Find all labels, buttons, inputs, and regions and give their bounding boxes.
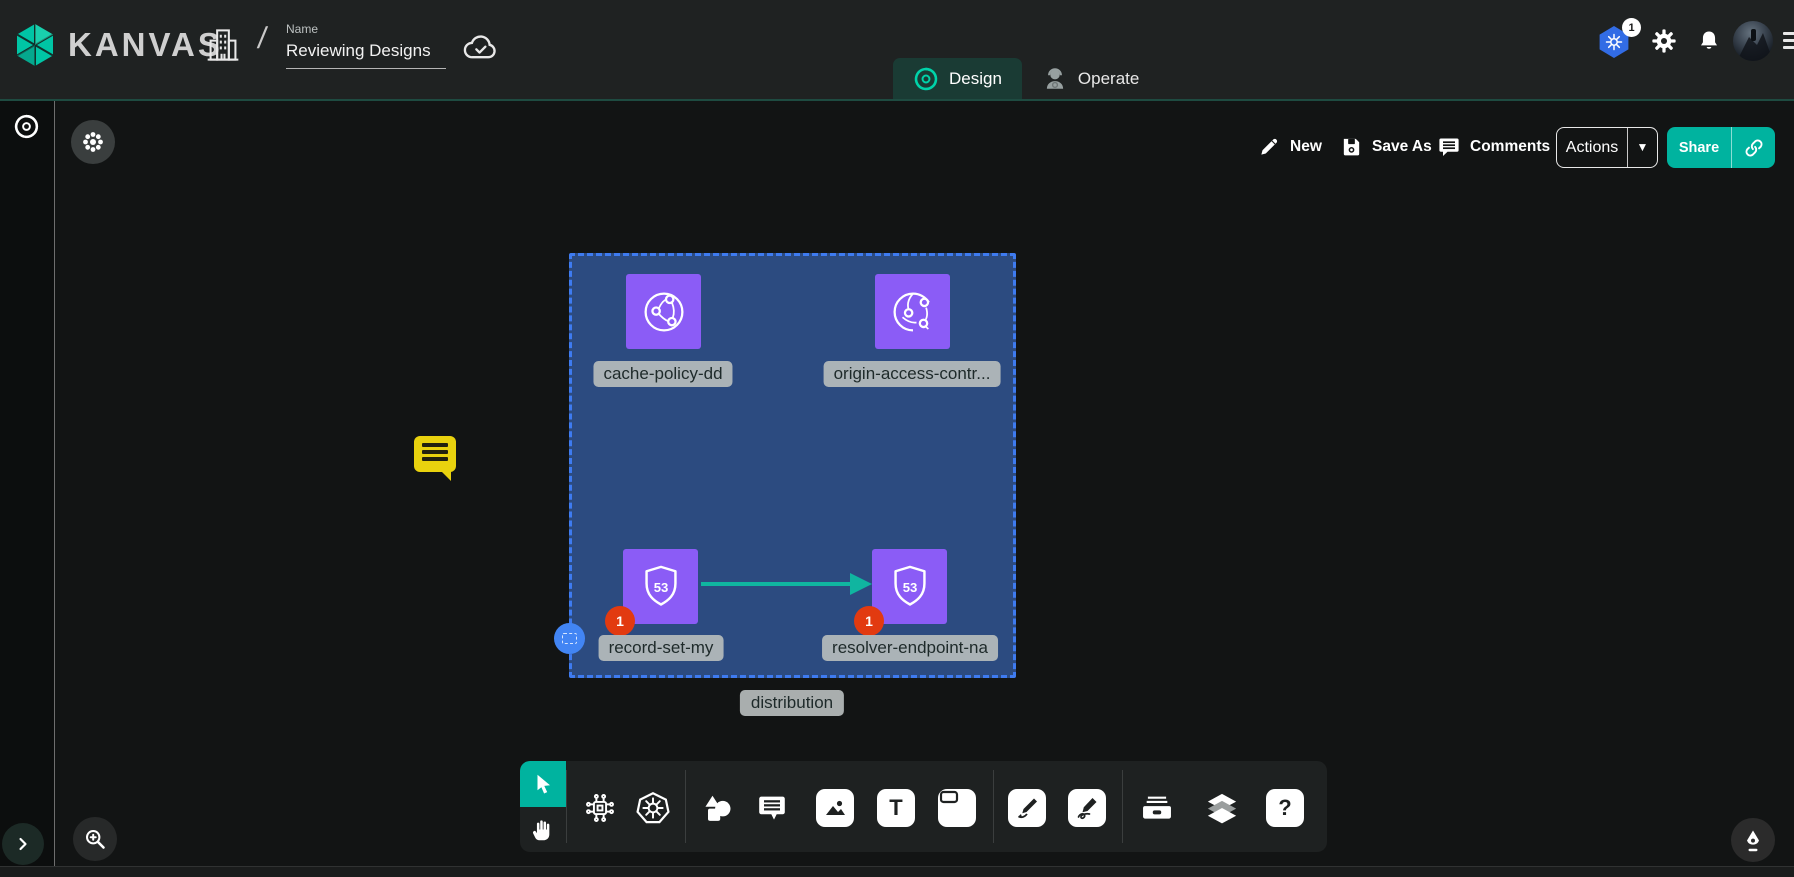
help-button[interactable]: ? bbox=[1266, 789, 1304, 827]
comment-tool-icon bbox=[756, 792, 788, 824]
top-header: KANVAS / Name bbox=[0, 0, 1794, 101]
meshery-spiral-icon[interactable] bbox=[13, 113, 40, 140]
route53-shield-icon: 53 bbox=[633, 559, 689, 615]
kanvas-app: KANVAS / Name bbox=[0, 0, 1794, 877]
kubernetes-wheel-icon bbox=[635, 790, 671, 826]
image-tool-button[interactable] bbox=[816, 789, 854, 827]
freehand-draw-tool-button[interactable] bbox=[1068, 789, 1106, 827]
image-icon bbox=[816, 789, 854, 827]
freehand-pencil-icon bbox=[1068, 789, 1106, 827]
comments-label: Comments bbox=[1470, 138, 1550, 156]
design-spiral-icon bbox=[913, 66, 939, 92]
cursor-icon bbox=[531, 772, 555, 796]
comment-tool-button[interactable] bbox=[756, 792, 788, 824]
select-tool-button[interactable] bbox=[520, 761, 566, 807]
chevron-down-icon[interactable]: ▼ bbox=[1627, 128, 1657, 167]
breadcrumb-separator: / bbox=[256, 22, 269, 56]
tab-design-label: Design bbox=[949, 69, 1002, 89]
layers-button[interactable] bbox=[1204, 790, 1240, 826]
cloudfront-cache-policy-icon bbox=[636, 284, 692, 340]
integration-chip-icon bbox=[583, 791, 617, 825]
layers-icon bbox=[1204, 790, 1240, 826]
kubernetes-context-icon[interactable]: 1 bbox=[1598, 26, 1630, 58]
new-button[interactable]: New bbox=[1258, 135, 1322, 158]
route53-number: 53 bbox=[653, 580, 668, 595]
route53-number: 53 bbox=[902, 580, 917, 595]
floppy-disk-icon bbox=[1340, 135, 1363, 158]
mode-tabs: Design Operate bbox=[893, 58, 1159, 99]
kubernetes-tool-button[interactable] bbox=[635, 790, 671, 826]
operator-person-icon bbox=[1042, 66, 1068, 92]
comments-button[interactable]: Comments bbox=[1437, 135, 1550, 159]
node-resolver-endpoint[interactable]: 53 1 bbox=[872, 549, 947, 624]
cloudfront-origin-access-icon bbox=[885, 284, 941, 340]
copy-link-icon[interactable] bbox=[1731, 127, 1775, 168]
notifications-bell-icon[interactable] bbox=[1696, 28, 1722, 54]
pen-tool-fab[interactable] bbox=[1731, 818, 1775, 862]
issue-count-badge[interactable]: 1 bbox=[605, 606, 635, 636]
share-label: Share bbox=[1667, 140, 1731, 156]
user-avatar[interactable] bbox=[1733, 21, 1773, 61]
tab-operate-label: Operate bbox=[1078, 69, 1139, 89]
tab-design[interactable]: Design bbox=[893, 58, 1022, 99]
frame-icon bbox=[938, 789, 976, 827]
settings-gear-icon[interactable] bbox=[1650, 27, 1678, 55]
frame-tool-button[interactable] bbox=[938, 789, 976, 827]
canvas-comment-marker[interactable] bbox=[414, 436, 456, 472]
shapes-tool-button[interactable] bbox=[699, 790, 735, 826]
node-label-cache-policy[interactable]: cache-policy-dd bbox=[593, 361, 732, 387]
canvas-widgets-button[interactable] bbox=[71, 120, 115, 164]
shapes-icon bbox=[699, 790, 735, 826]
tab-operate[interactable]: Operate bbox=[1022, 58, 1159, 99]
kanvas-logo-icon bbox=[12, 22, 58, 68]
kanvas-logo[interactable]: KANVAS bbox=[12, 22, 223, 68]
expand-sidebar-button[interactable] bbox=[2, 823, 44, 865]
text-tool-icon: T bbox=[877, 789, 915, 827]
saved-designs-drawer-button[interactable] bbox=[1140, 791, 1174, 825]
text-tool-button[interactable]: T bbox=[877, 789, 915, 827]
actions-label: Actions bbox=[1557, 139, 1627, 157]
route53-shield-icon: 53 bbox=[882, 559, 938, 615]
window-bottom-strip bbox=[0, 866, 1794, 877]
node-cache-policy[interactable] bbox=[626, 274, 701, 349]
pen-path-icon bbox=[1008, 789, 1046, 827]
zoom-in-button[interactable] bbox=[73, 817, 117, 861]
components-tool-button[interactable] bbox=[583, 791, 617, 825]
organization-building-icon[interactable] bbox=[205, 26, 241, 64]
design-name-input[interactable] bbox=[286, 39, 446, 69]
pencil-icon bbox=[1258, 135, 1281, 158]
node-label-resolver-endpoint[interactable]: resolver-endpoint-na bbox=[822, 635, 998, 661]
save-as-button[interactable]: Save As bbox=[1340, 135, 1432, 158]
cloud-saved-icon[interactable] bbox=[462, 32, 500, 62]
menu-icon[interactable] bbox=[1783, 32, 1794, 53]
pen-path-tool-button[interactable] bbox=[1008, 789, 1046, 827]
drawer-icon bbox=[1140, 791, 1174, 825]
design-name-field: Name bbox=[286, 22, 446, 69]
issue-count-badge[interactable]: 1 bbox=[854, 606, 884, 636]
logo-text: KANVAS bbox=[68, 26, 223, 64]
comment-bubble-icon bbox=[1437, 135, 1461, 159]
node-label-origin-access[interactable]: origin-access-contr... bbox=[824, 361, 1001, 387]
bottom-toolbar: T bbox=[520, 761, 1327, 852]
kubernetes-context-count-badge: 1 bbox=[1622, 18, 1641, 37]
marquee-icon bbox=[562, 633, 577, 644]
actions-button[interactable]: Actions ▼ bbox=[1556, 127, 1658, 168]
distribution-group[interactable]: 53 1 53 1 cache-policy-dd origin-access-… bbox=[569, 253, 1016, 678]
left-sidebar bbox=[0, 101, 55, 877]
hand-icon bbox=[530, 817, 556, 843]
share-button[interactable]: Share bbox=[1667, 127, 1775, 168]
pan-hand-tool-button[interactable] bbox=[520, 807, 566, 852]
design-name-label: Name bbox=[286, 22, 446, 36]
group-label-distribution[interactable]: distribution bbox=[740, 690, 844, 716]
help-question-icon: ? bbox=[1266, 789, 1304, 827]
save-as-label: Save As bbox=[1372, 138, 1432, 156]
new-label: New bbox=[1290, 138, 1322, 156]
node-record-set[interactable]: 53 1 bbox=[623, 549, 698, 624]
node-origin-access-control[interactable] bbox=[875, 274, 950, 349]
node-label-record-set[interactable]: record-set-my bbox=[599, 635, 724, 661]
group-selection-handle[interactable] bbox=[554, 623, 585, 654]
